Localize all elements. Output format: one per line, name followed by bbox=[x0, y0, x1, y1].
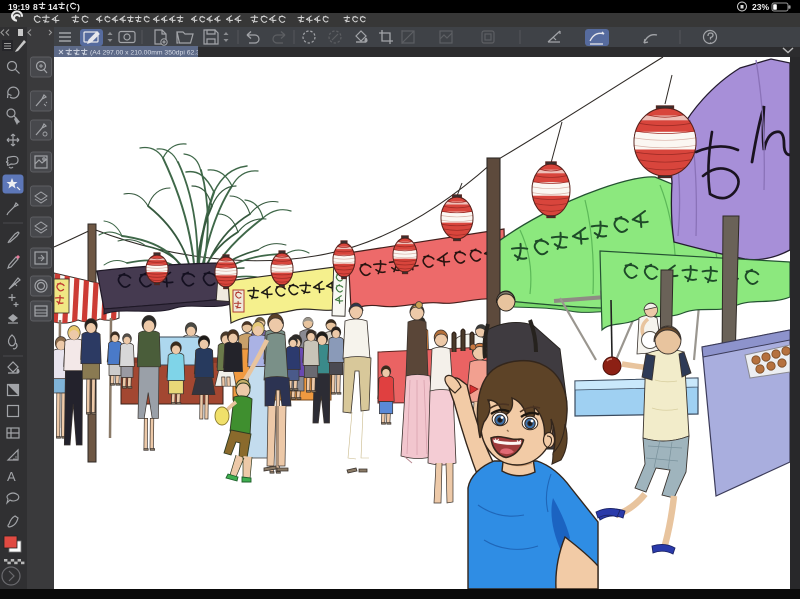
svg-text:A: A bbox=[7, 469, 16, 484]
